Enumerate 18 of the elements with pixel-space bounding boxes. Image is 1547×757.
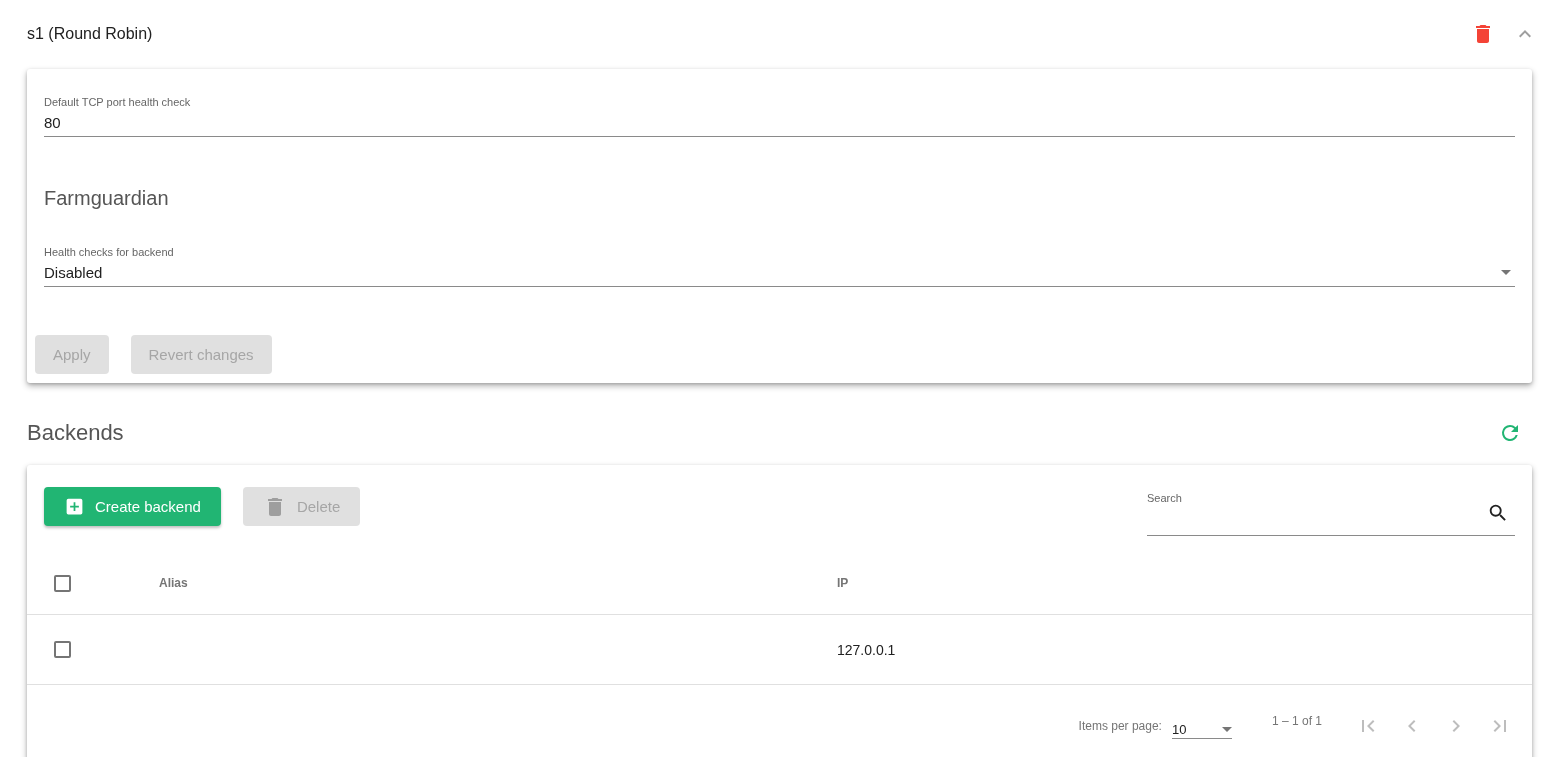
column-header: Alias [159,576,189,590]
page-range: 1 – 1 of 1 [1271,714,1322,728]
search-field[interactable]: Search [1147,492,1515,536]
page-size-label: Items per page: [1078,719,1162,733]
page-size-select[interactable]: 10 [1171,713,1232,739]
select-all-checkbox[interactable] [54,574,71,592]
section-title: Farmguardian [44,187,170,210]
section-title: Backends [27,420,124,446]
row-checkbox[interactable] [54,641,71,658]
health-check-select[interactable]: Health checks for backend Disabled [44,246,1515,287]
plus-box-icon [64,496,85,517]
port-field[interactable]: Default TCP port health check 80 [44,96,1515,137]
caret-icon [1501,270,1511,275]
caret-icon [1221,727,1232,732]
search-icon [1487,502,1509,524]
column-header: IP [837,576,849,590]
table-cell: 127.0.0.1 [837,641,896,658]
service-title: s1 (Round Robin) [27,25,154,43]
